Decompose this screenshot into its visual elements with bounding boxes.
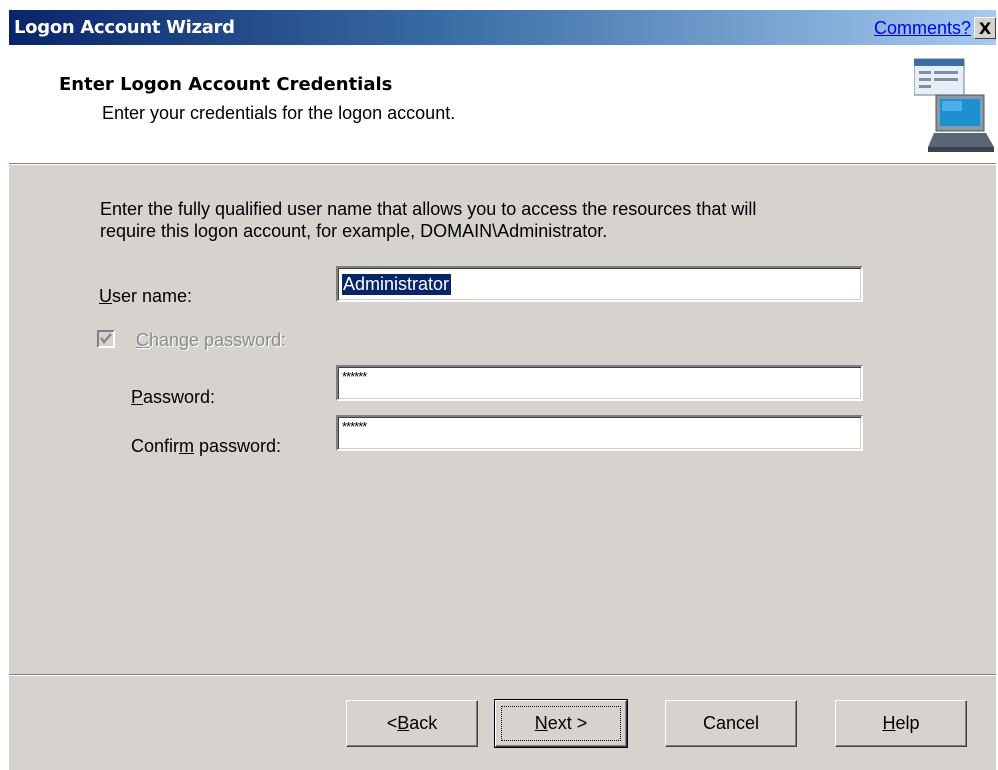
footer-divider-highlight bbox=[9, 675, 996, 676]
wizard-header: Enter Logon Account Credentials Enter yo… bbox=[9, 45, 996, 165]
change-password-label-mnemonic: C bbox=[136, 330, 149, 350]
back-button-mnemonic: B bbox=[397, 713, 410, 733]
password-label-mnemonic: P bbox=[131, 387, 144, 407]
window-title: Logon Account Wizard bbox=[14, 17, 235, 38]
password-value: ****** bbox=[342, 369, 367, 384]
title-bar[interactable]: Logon Account Wizard Comments? X bbox=[9, 10, 996, 45]
cancel-button[interactable]: Cancel bbox=[665, 700, 797, 747]
instructions-line-2: require this logon account, for example,… bbox=[100, 221, 608, 241]
page-subtitle: Enter your credentials for the logon acc… bbox=[102, 103, 456, 123]
password-label-text: assword: bbox=[143, 387, 216, 407]
focus-rectangle bbox=[501, 706, 621, 741]
back-button-prefix: < bbox=[386, 713, 398, 733]
cancel-button-label: Cancel bbox=[702, 713, 760, 733]
username-label-mnemonic: U bbox=[99, 286, 112, 306]
confirm-password-field[interactable]: ****** bbox=[336, 415, 863, 451]
close-button[interactable]: X bbox=[974, 17, 996, 39]
instructions-line-1: Enter the fully qualified user name that… bbox=[100, 199, 757, 219]
confirm-password-value: ****** bbox=[342, 419, 367, 434]
instructions-text: Enter the fully qualified user name that… bbox=[100, 198, 920, 242]
confirm-password-label-pre: Confir bbox=[131, 436, 180, 456]
page-title: Enter Logon Account Credentials bbox=[59, 74, 393, 95]
change-password-checkbox[interactable] bbox=[97, 330, 115, 348]
help-button-mnemonic: H bbox=[882, 713, 896, 733]
confirm-password-label-mnemonic: m bbox=[179, 436, 195, 456]
close-icon: X bbox=[978, 18, 992, 38]
wizard-window: Logon Account Wizard Comments? X Enter L… bbox=[8, 9, 996, 770]
checkmark-icon bbox=[100, 333, 112, 344]
username-field[interactable]: Administrator bbox=[336, 266, 863, 302]
confirm-password-label: Confirm password: bbox=[131, 436, 281, 457]
change-password-label: Change password: bbox=[136, 330, 286, 351]
back-button[interactable]: < Back bbox=[346, 700, 478, 747]
comments-link[interactable]: Comments? bbox=[874, 18, 971, 39]
change-password-label-text: hange password: bbox=[149, 330, 287, 350]
help-button[interactable]: Help bbox=[835, 700, 967, 747]
username-value: Administrator bbox=[342, 274, 452, 295]
username-label: User name: bbox=[99, 286, 192, 307]
next-button[interactable]: Next > bbox=[494, 699, 628, 748]
confirm-password-label-text: password: bbox=[194, 436, 282, 456]
back-button-label: ack bbox=[409, 713, 438, 733]
password-field[interactable]: ****** bbox=[336, 365, 863, 401]
password-label: Password: bbox=[131, 387, 215, 408]
username-label-text: ser name: bbox=[112, 286, 193, 306]
computer-icon bbox=[914, 58, 994, 152]
help-button-label: elp bbox=[895, 713, 920, 733]
